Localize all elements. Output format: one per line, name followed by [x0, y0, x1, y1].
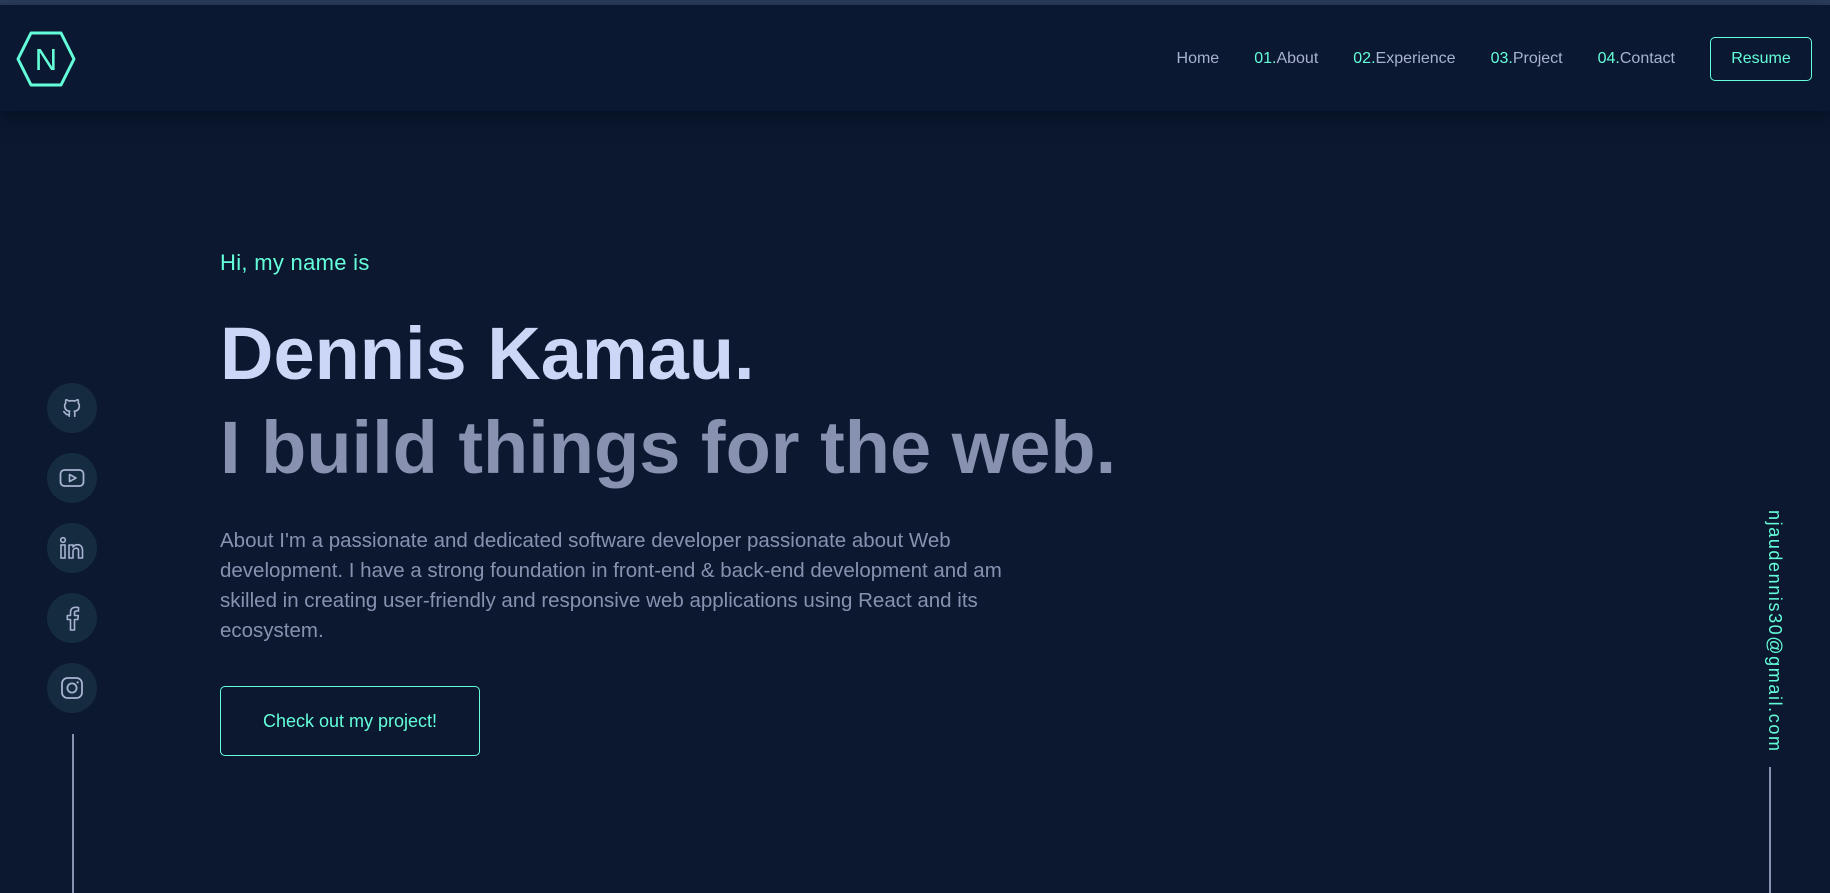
nav-label: Experience [1375, 49, 1456, 67]
nav-about[interactable]: 01.About [1254, 50, 1318, 68]
nav-number: 01. [1254, 49, 1277, 67]
nav-project[interactable]: 03.Project [1491, 50, 1563, 68]
main-nav: Home 01.About 02.Experience 03.Project 0… [1177, 35, 1812, 82]
header: N Home 01.About 02.Experience 03.Project… [0, 5, 1830, 111]
github-icon [62, 398, 81, 418]
linkedin-icon [59, 536, 84, 559]
nav-label: Home [1176, 49, 1220, 67]
nav-home[interactable]: Home [1177, 50, 1220, 68]
nav-number: 03. [1490, 49, 1513, 67]
social-vertical-line [72, 734, 74, 893]
resume-button[interactable]: Resume [1710, 36, 1812, 81]
nav-experience[interactable]: 02.Experience [1353, 50, 1455, 68]
youtube-icon [59, 469, 85, 487]
nav-number: 04. [1597, 49, 1620, 67]
nav-label: Project [1512, 49, 1563, 67]
facebook-icon [66, 606, 80, 631]
logo-letter: N [35, 42, 57, 77]
hero-about: About I'm a passionate and dedicated sof… [220, 529, 1002, 642]
linkedin-link[interactable] [47, 523, 97, 573]
check-out-project-button[interactable]: Check out my project! [220, 686, 480, 756]
logo-hexagon-icon: N [16, 31, 76, 87]
github-link[interactable] [47, 383, 97, 433]
page: N Home 01.About 02.Experience 03.Project… [0, 0, 1830, 893]
hero-section: Hi, my name is Dennis Kamau. I build thi… [220, 250, 1220, 756]
social-links [47, 383, 99, 733]
hero-greeting: Hi, my name is [220, 250, 370, 275]
email-link[interactable]: njaudennis30@gmail.com [1764, 510, 1785, 753]
nav-number: 02. [1353, 49, 1376, 67]
facebook-link[interactable] [47, 593, 97, 643]
nav-label: Contact [1619, 49, 1675, 67]
instagram-link[interactable] [47, 663, 97, 713]
email-vertical-line [1769, 767, 1771, 893]
hero-name: Dennis Kamau. [220, 312, 755, 395]
logo[interactable]: N [16, 31, 76, 87]
nav-label: About [1276, 49, 1319, 67]
hero-tagline: I build things for the web. [220, 406, 1117, 489]
instagram-icon [61, 677, 83, 699]
nav-contact[interactable]: 04.Contact [1598, 50, 1675, 68]
youtube-link[interactable] [47, 453, 97, 503]
